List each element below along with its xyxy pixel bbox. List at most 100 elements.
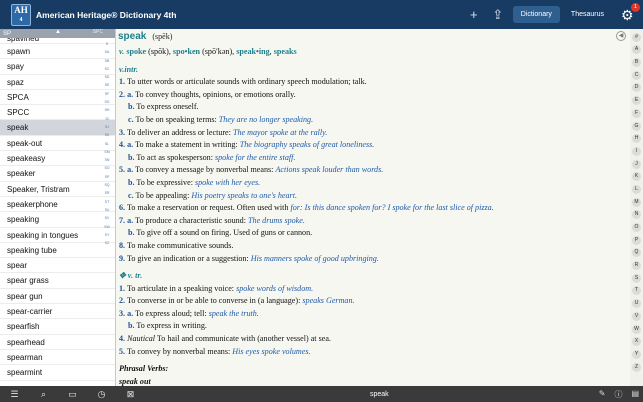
alphabet-letter[interactable]: W (632, 324, 641, 334)
sub-index-item[interactable]: SP (102, 175, 112, 183)
alphabet-letter[interactable]: F (632, 108, 641, 118)
gear-icon[interactable]: ⚙ 1 (621, 2, 640, 22)
sub-index-item[interactable]: SW (102, 225, 112, 233)
app-logo: AH 4 (11, 3, 31, 26)
sub-index-item[interactable]: SU (102, 208, 112, 216)
alphabet-letter[interactable]: U (632, 299, 641, 309)
sub-index-item[interactable]: ST (102, 200, 112, 208)
alphabet-letter[interactable]: I (632, 146, 641, 156)
sub-index-item[interactable]: SK (102, 133, 112, 141)
word-list-item[interactable]: SPCA (0, 90, 115, 106)
alphabet-letter[interactable]: H (632, 134, 641, 144)
sense-number: 1. (119, 77, 126, 87)
alphabet-letter[interactable]: Y (632, 349, 641, 359)
alphabet-letter[interactable]: Z (632, 362, 641, 372)
edit-icon[interactable]: ✎ (599, 389, 606, 400)
word-list-item[interactable]: spay (0, 59, 115, 75)
sub-index-item[interactable]: SG (102, 100, 112, 108)
word-list-item[interactable]: speak-out (0, 136, 115, 152)
word-list-item[interactable]: spear gun (0, 289, 115, 305)
sub-index-item[interactable]: SH (102, 108, 112, 116)
word-list-item[interactable]: speaker (0, 166, 115, 182)
sub-index-item[interactable]: SN (102, 158, 112, 166)
word-list-item[interactable]: spear grass (0, 273, 115, 289)
menu-icon[interactable]: ☰ (0, 389, 29, 400)
sense-example: His manners spoke of good upbringing. (250, 253, 379, 263)
alphabet-letter[interactable]: N (632, 210, 641, 220)
word-list-item[interactable]: speak (0, 120, 115, 136)
alphabet-letter[interactable]: R (632, 261, 641, 271)
chevron-up-icon[interactable]: ▲ (55, 29, 61, 35)
alphabet-letter[interactable]: Q (632, 248, 641, 258)
sense-number: 5. (119, 346, 126, 356)
alphabet-letter[interactable]: S (632, 273, 641, 283)
word-list-item[interactable]: SPCC (0, 105, 115, 121)
sense-line: 2. To converse in or be able to converse… (119, 295, 630, 308)
alphabet-letter[interactable]: K (632, 172, 641, 182)
word-list-item[interactable]: spearman (0, 350, 115, 366)
sense-example: spoke words of wisdom. (236, 283, 314, 293)
share-icon[interactable]: ⇪ (489, 7, 507, 23)
alphabet-letter[interactable]: G (632, 121, 641, 131)
word-list-item[interactable]: spawn (0, 44, 115, 60)
word-list-item[interactable]: spaz (0, 75, 115, 90)
word-list-item[interactable]: speakerphone (0, 197, 115, 213)
word-list-item[interactable]: Speaker, Tristram (0, 182, 115, 197)
book-icon[interactable]: ▭ (58, 389, 87, 400)
alphabet-letter[interactable]: J (632, 159, 641, 169)
alphabet-letter[interactable]: X (632, 337, 641, 347)
word-list-item[interactable]: spearmint (0, 365, 115, 381)
top-bar: AH 4 American Heritage® Dictionary 4th +… (0, 0, 643, 29)
search-icon[interactable]: ⌕ (29, 389, 58, 400)
alphabet-letter[interactable]: C (632, 70, 641, 80)
add-icon[interactable]: + (465, 7, 483, 22)
sub-index-item[interactable]: SD (102, 75, 112, 83)
tab-thesaurus[interactable]: Thesaurus (563, 6, 612, 23)
alphabet-letter[interactable]: M (632, 197, 641, 207)
tab-dictionary[interactable]: Dictionary (512, 6, 560, 23)
sub-index-item[interactable]: SL (102, 142, 112, 150)
flashcard-icon[interactable]: ⊠ (116, 389, 145, 400)
sub-index-item[interactable]: SY (102, 233, 112, 241)
sub-index[interactable]: S SA SB SC SD SE SF SG SH SI SJ SK SL SM SN SO SP SQ SR ST S… (102, 42, 112, 249)
alphabet-letter[interactable]: B (632, 58, 641, 68)
sub-index-item[interactable]: SJ (102, 125, 112, 133)
sub-index-item[interactable]: SF (102, 92, 112, 100)
sub-index-item[interactable]: SA (102, 50, 112, 58)
sub-index-item[interactable]: SZ (102, 241, 112, 249)
word-list-item[interactable]: speakeasy (0, 151, 115, 167)
alphabet-letter[interactable]: D (632, 83, 641, 93)
sub-index-item[interactable]: SO (102, 166, 112, 174)
word-list-item[interactable]: speaking (0, 212, 115, 228)
sub-index-item[interactable]: SB (102, 59, 112, 67)
alphabet-letter[interactable]: E (632, 96, 641, 106)
history-icon[interactable]: ◷ (87, 389, 116, 400)
alphabet-letter[interactable]: A (632, 45, 641, 55)
info-icon[interactable]: ⓘ (614, 389, 622, 400)
alphabet-letter[interactable]: L (632, 184, 641, 194)
sub-index-item[interactable]: SQ (102, 183, 112, 191)
sidebar-section-header[interactable]: SP ▲ SPC (0, 29, 115, 38)
audio-speaker-icon[interactable]: ◀ (616, 31, 626, 41)
word-list-item[interactable]: spear-carrier (0, 304, 115, 320)
alphabet-letter[interactable]: # (632, 32, 641, 42)
sub-index-item[interactable]: SC (102, 67, 112, 75)
sub-index-item[interactable]: SR (102, 191, 112, 199)
sub-index-item[interactable]: S (102, 42, 112, 50)
sub-index-item[interactable]: SE (102, 83, 112, 91)
alphabet-letter[interactable]: P (632, 235, 641, 245)
alphabet-letter[interactable]: T (632, 286, 641, 296)
word-list-item[interactable]: speaking tube (0, 243, 115, 259)
word-list-item[interactable]: spear (0, 258, 115, 274)
word-list-item[interactable]: spearhead (0, 335, 115, 350)
alphabet-letter[interactable]: V (632, 311, 641, 321)
flashcards-icon[interactable]: ▤ (631, 389, 639, 400)
word-list-item[interactable]: spearfish (0, 319, 115, 335)
alphabet-letter[interactable]: O (632, 223, 641, 232)
sub-index-item[interactable]: SM (102, 150, 112, 158)
sub-index-item[interactable]: SI (102, 117, 112, 125)
word-list-item[interactable]: speaking in tongues (0, 228, 115, 243)
sub-index-item[interactable]: SV (102, 216, 112, 224)
sense-definition: To give off a sound on firing. Used of g… (136, 228, 313, 238)
sense-line: c. To be on speaking terms: They are no … (119, 114, 630, 127)
